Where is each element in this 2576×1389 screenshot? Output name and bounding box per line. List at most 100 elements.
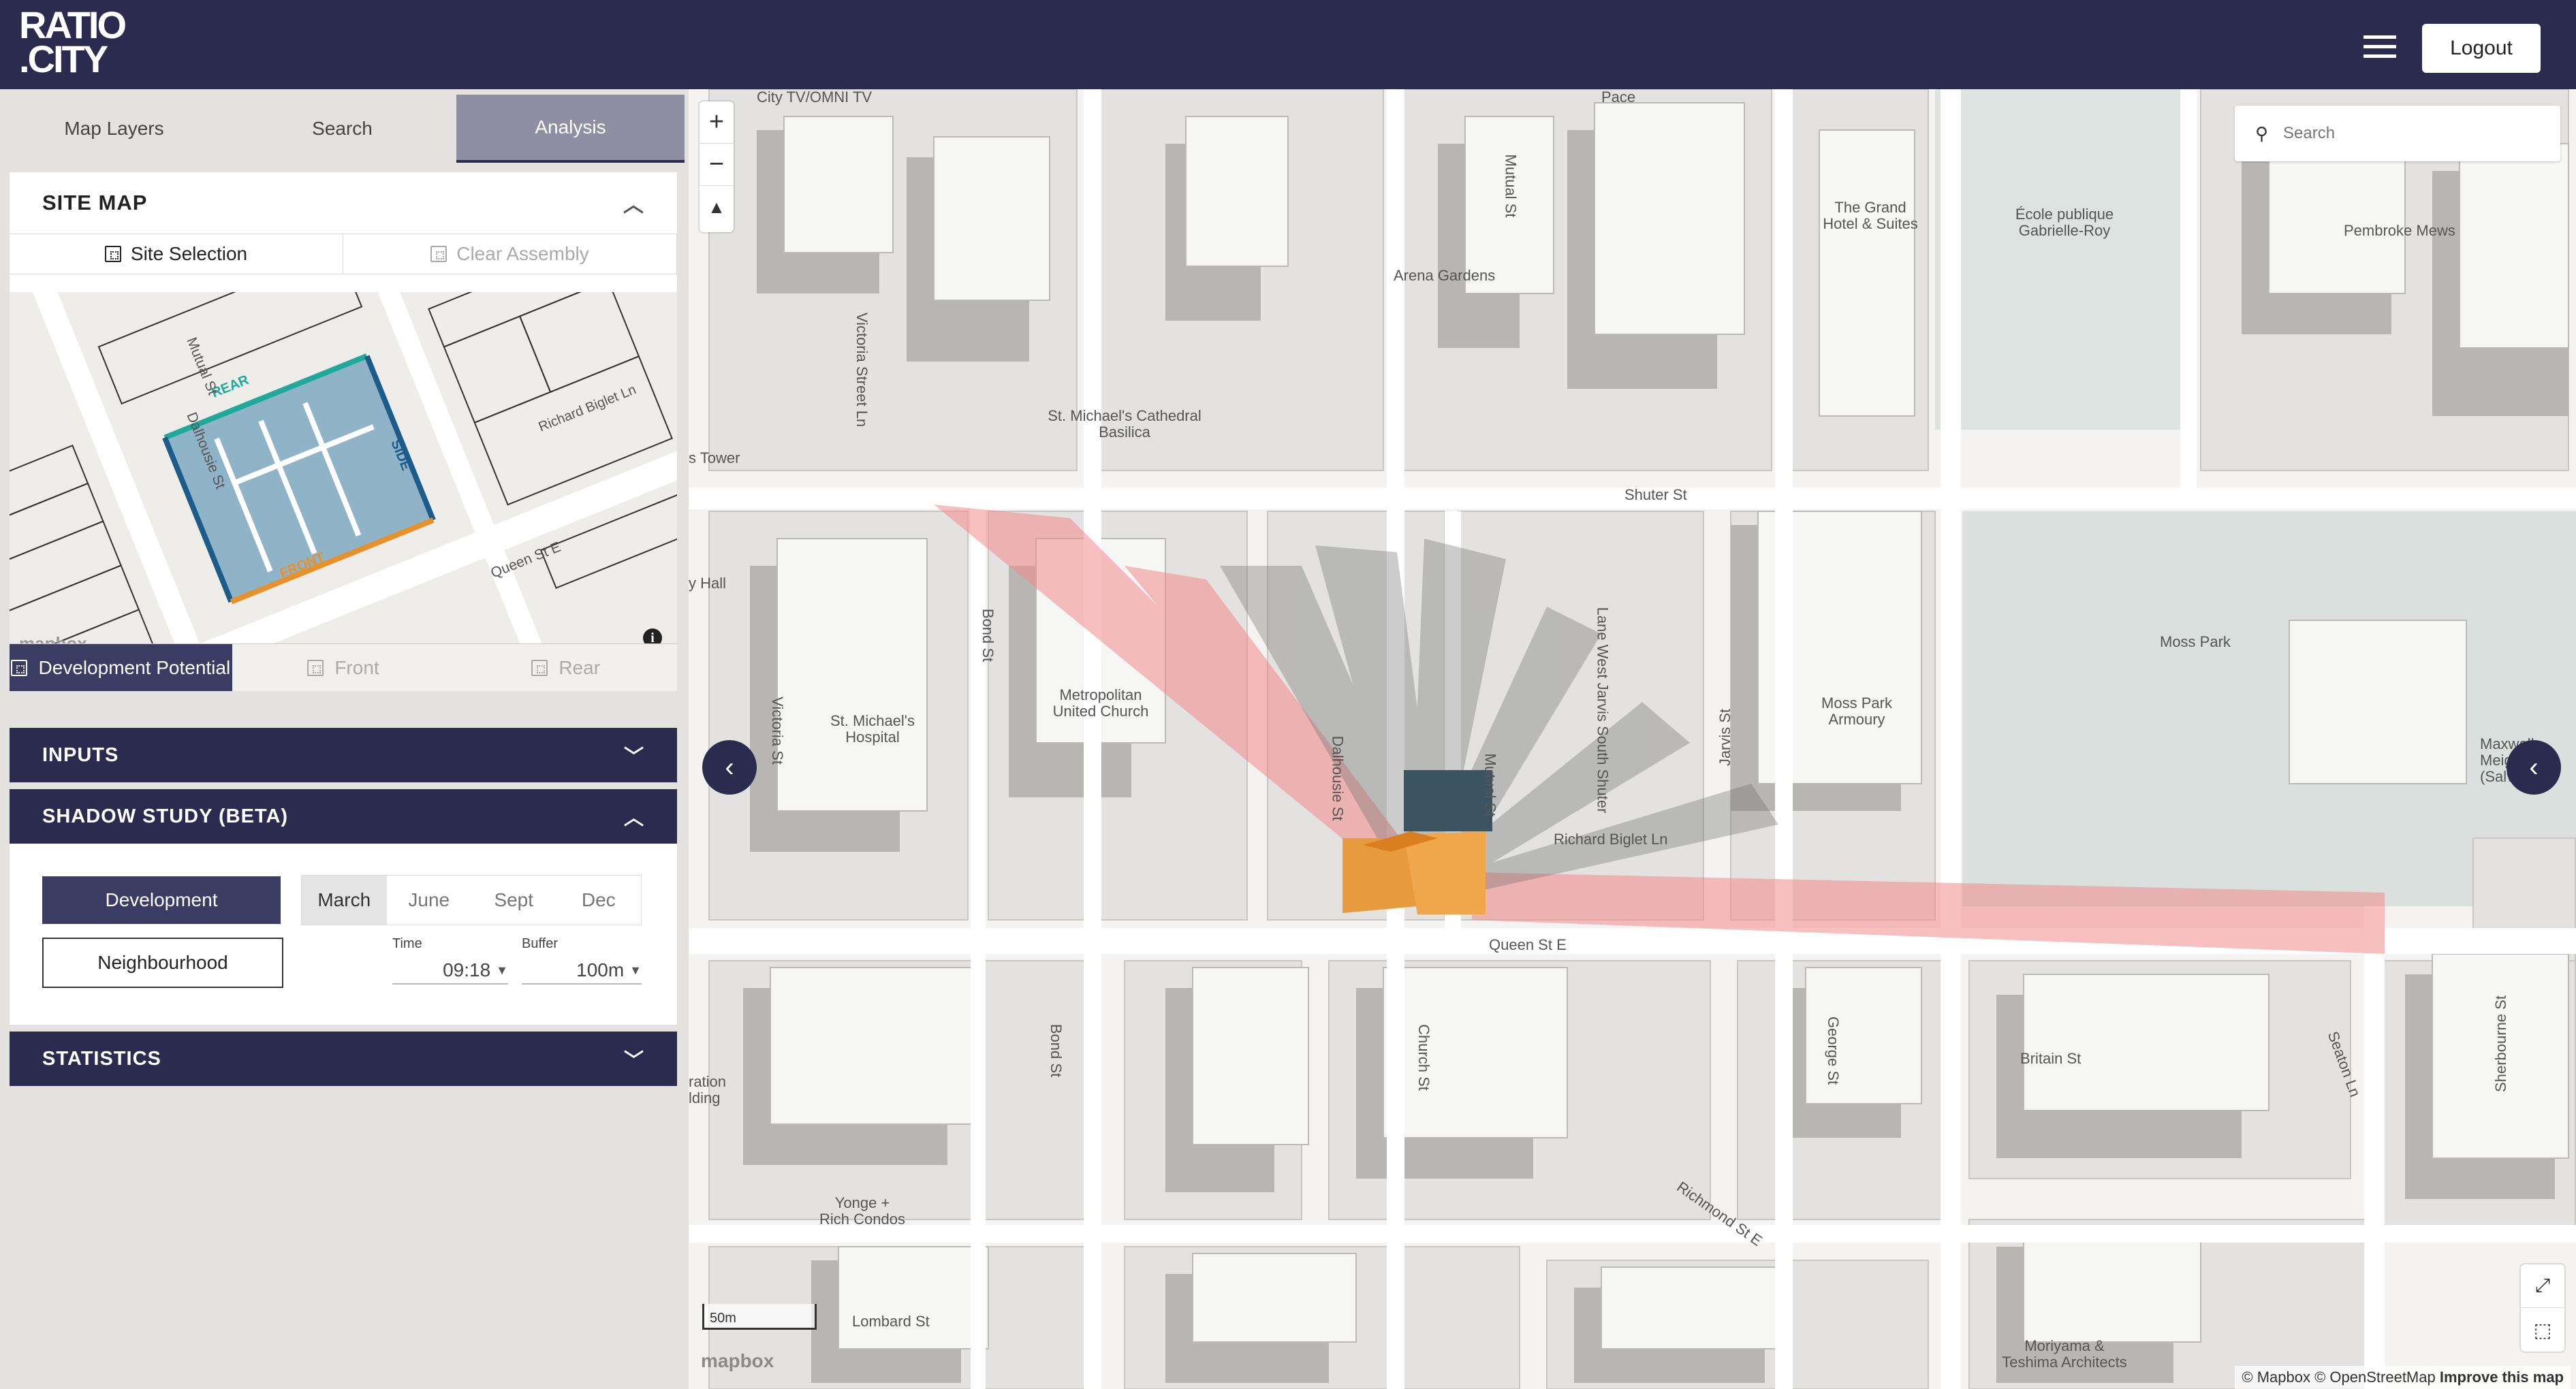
collapse-left-arrow-icon[interactable]: ‹ bbox=[702, 740, 757, 795]
map-attribution: © Mapbox © OpenStreetMap Improve this ma… bbox=[2235, 1366, 2571, 1389]
map-label-george: George St bbox=[1825, 1016, 1842, 1085]
inputs-section-header[interactable]: INPUTS ﹀ bbox=[10, 728, 677, 782]
shadow-study-title: SHADOW STUDY (BETA) bbox=[42, 805, 289, 827]
zoom-in-button[interactable]: + bbox=[700, 101, 734, 144]
map-label-richard: Richard Biglet Ln bbox=[1554, 831, 1668, 848]
site-buttons-row: Site Selection Clear Assembly bbox=[10, 234, 677, 274]
chevron-down-icon: ﹀ bbox=[623, 746, 644, 768]
time-select[interactable]: Time 09:18 ▼ bbox=[392, 936, 508, 985]
buffer-select[interactable]: Buffer 100m ▼ bbox=[522, 936, 642, 985]
shadow-study-section-header[interactable]: SHADOW STUDY (BETA) ︿ bbox=[10, 789, 677, 844]
scale-bar: 50m bbox=[702, 1304, 817, 1330]
ratio-city-logo[interactable]: RATIO .CITY bbox=[19, 6, 127, 78]
month-selector: March June Sept Dec bbox=[301, 875, 642, 925]
grid-icon bbox=[531, 659, 548, 676]
measure-line-icon[interactable]: ⤢ bbox=[2521, 1264, 2564, 1308]
tab-map-layers[interactable]: Map Layers bbox=[0, 95, 228, 163]
tab-rear[interactable]: Rear bbox=[454, 644, 678, 691]
draw-polygon-icon[interactable]: ⬚ bbox=[2521, 1308, 2564, 1352]
map-search-input[interactable] bbox=[2283, 124, 2543, 143]
mini-map-graphic: REAR SIDE FRONT Mutual St Dalhousie St R… bbox=[10, 292, 677, 667]
map-label-church: Church St bbox=[1415, 1024, 1432, 1091]
map-label-bond: Bond St bbox=[979, 608, 997, 662]
map-label-lombard: Lombard St bbox=[852, 1313, 930, 1330]
tab-analysis[interactable]: Analysis bbox=[456, 95, 685, 163]
month-march[interactable]: March bbox=[302, 876, 387, 925]
site-mini-map[interactable]: REAR SIDE FRONT Mutual St Dalhousie St R… bbox=[10, 292, 677, 667]
map-label-pembroke: Pembroke Mews bbox=[2344, 222, 2455, 239]
map-label-dalhousie: Dalhousie St bbox=[1329, 735, 1347, 821]
map-label-grand-hotel: The Grand Hotel & Suites bbox=[1823, 199, 1918, 232]
zoom-out-button[interactable]: − bbox=[700, 144, 734, 186]
map-label-hall: y Hall bbox=[689, 575, 727, 592]
month-june[interactable]: June bbox=[386, 876, 471, 925]
map-label-victoria-ln: Victoria Street Ln bbox=[853, 312, 871, 428]
map-label-ration: ration lding bbox=[689, 1073, 727, 1106]
attribution-text[interactable]: © Mapbox © OpenStreetMap bbox=[2242, 1369, 2439, 1386]
map-label-armoury: Moss Park Armoury bbox=[1821, 694, 1892, 728]
neighbourhood-button[interactable]: Neighbourhood bbox=[42, 938, 283, 988]
main-map[interactable]: City TV/OMNI TV Pace Mutual St The Grand… bbox=[689, 89, 2576, 1389]
site-map-header[interactable]: SITE MAP ︿ bbox=[10, 172, 677, 234]
chevron-down-icon: ﹀ bbox=[623, 1050, 644, 1072]
top-navigation-bar: RATIO .CITY Logout bbox=[0, 0, 2576, 89]
map-label-city-tv: City TV/OMNI TV bbox=[757, 89, 873, 106]
development-tabs: Development Potential Front Rear bbox=[10, 643, 678, 691]
rear-label: Rear bbox=[559, 656, 601, 678]
collapse-right-arrow-icon[interactable]: ‹ bbox=[2507, 740, 2561, 795]
map-label-lane: Lane West Jarvis South Shuter bbox=[1594, 607, 1612, 814]
map-label-pace: Pace bbox=[1601, 89, 1636, 106]
map-label-ecole: École publique Gabrielle-Roy bbox=[2015, 206, 2114, 239]
time-label: Time bbox=[392, 936, 422, 951]
statistics-section-header[interactable]: STATISTICS ﹀ bbox=[10, 1032, 677, 1086]
selection-icon bbox=[104, 246, 121, 262]
buffer-label: Buffer bbox=[522, 936, 558, 951]
map-label-cathedral: St. Michael's Cathedral Basilica bbox=[1048, 407, 1201, 441]
map-label-queen: Queen St E bbox=[1489, 936, 1567, 953]
map-label-mutual-top: Mutual St bbox=[1502, 154, 1520, 218]
month-sept[interactable]: Sept bbox=[471, 876, 556, 925]
site-selection-button[interactable]: Site Selection bbox=[10, 234, 343, 274]
hamburger-menu-icon[interactable] bbox=[2363, 35, 2396, 59]
zoom-controls: + − ▲ bbox=[700, 101, 734, 232]
map-tools: ⤢ ⬚ bbox=[2521, 1264, 2564, 1352]
map-label-moss-park: Moss Park bbox=[2160, 633, 2231, 650]
map-label-hospital: St. Michael's Hospital bbox=[830, 712, 915, 746]
map-label-britain: Britain St bbox=[2020, 1050, 2082, 1067]
search-icon: ⚲ bbox=[2255, 123, 2269, 144]
clear-assembly-button[interactable]: Clear Assembly bbox=[343, 234, 677, 274]
logout-button[interactable]: Logout bbox=[2422, 24, 2541, 73]
development-button[interactable]: Development bbox=[42, 876, 281, 924]
chevron-up-icon[interactable]: ︿ bbox=[623, 188, 644, 218]
statistics-title: STATISTICS bbox=[42, 1047, 161, 1070]
mapbox-logo[interactable]: mapbox bbox=[701, 1350, 774, 1372]
tab-development-potential[interactable]: Development Potential bbox=[10, 644, 232, 691]
grid-icon bbox=[11, 659, 28, 676]
caret-down-icon: ▼ bbox=[629, 963, 642, 977]
site-map-title: SITE MAP bbox=[42, 191, 148, 214]
site-map-card: SITE MAP ︿ Site Selection Clear Assembly bbox=[10, 172, 678, 691]
month-dec[interactable]: Dec bbox=[556, 876, 641, 925]
compass-icon[interactable]: ▲ bbox=[700, 186, 734, 228]
clear-assembly-icon bbox=[430, 246, 447, 262]
map-label-tower: s Tower bbox=[689, 449, 740, 466]
tab-front[interactable]: Front bbox=[232, 644, 455, 691]
map-label-arena: Arena Gardens bbox=[1394, 267, 1496, 284]
map-label-shuter: Shuter St bbox=[1624, 486, 1687, 503]
shadow-study-body: Development Neighbourhood March June Sep… bbox=[10, 844, 677, 1025]
caret-down-icon: ▼ bbox=[496, 963, 508, 977]
map-label-mutual-mid: Mutual St bbox=[1481, 753, 1499, 817]
improve-map-link[interactable]: Improve this map bbox=[2440, 1369, 2564, 1386]
development-potential-label: Development Potential bbox=[38, 656, 231, 678]
tab-search[interactable]: Search bbox=[228, 95, 456, 163]
buffer-value: 100m bbox=[576, 959, 625, 980]
map-graphic bbox=[689, 89, 2576, 1389]
sidebar-panel: Map Layers Search Analysis SITE MAP ︿ Si… bbox=[0, 89, 689, 1389]
map-search-box[interactable]: ⚲ bbox=[2235, 106, 2560, 161]
clear-assembly-label: Clear Assembly bbox=[456, 243, 589, 264]
front-label: Front bbox=[334, 656, 379, 678]
map-label-sherbourne: Sherbourne St bbox=[2492, 995, 2509, 1092]
map-label-jarvis: Jarvis St bbox=[1716, 708, 1734, 767]
grid-icon bbox=[307, 659, 324, 676]
inputs-title: INPUTS bbox=[42, 744, 119, 766]
